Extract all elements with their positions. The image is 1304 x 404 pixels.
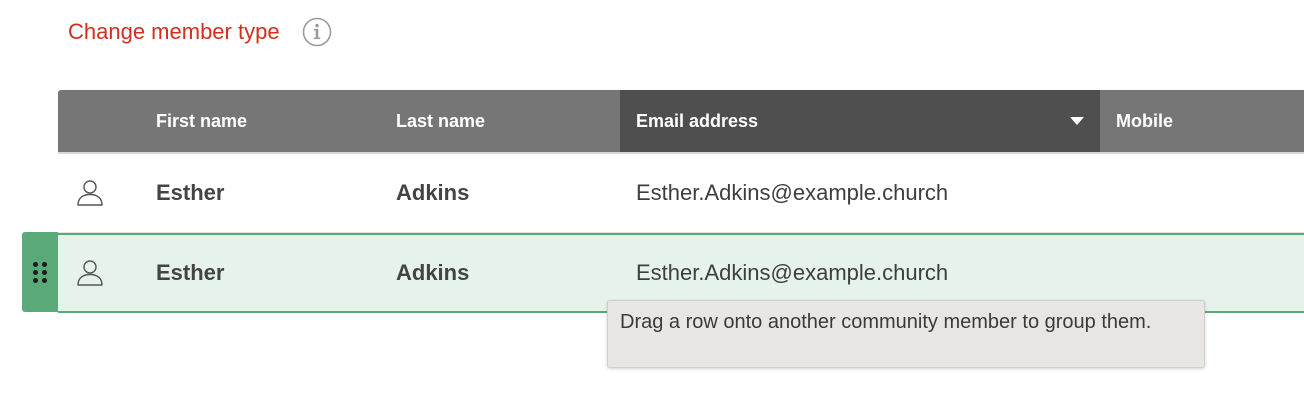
column-header-last-name[interactable]: Last name [396,90,620,152]
column-header-label: Mobile [1116,110,1173,131]
last-name-cell: Adkins [396,180,470,205]
column-header-first-name[interactable]: First name [156,90,396,152]
drag-tooltip: Drag a row onto another community member… [607,300,1205,368]
page-title[interactable]: Change member type [68,19,280,45]
column-header-label: Email address [636,110,759,131]
person-icon [74,154,106,232]
drag-handle-icon [33,261,47,283]
first-name-cell: Esther [156,260,225,285]
drag-handle[interactable] [22,232,58,312]
person-icon [74,235,106,311]
column-header-mobile[interactable]: Mobile [1100,90,1304,152]
sort-descending-icon[interactable] [1070,117,1084,125]
last-name-cell: Adkins [396,260,470,285]
info-circle-icon [302,17,331,47]
column-header-email[interactable]: Email address [620,90,1100,152]
page: Change member type First name Last name … [0,0,1304,404]
info-icon[interactable] [302,17,332,47]
table-header: First name Last name Email address Mobil… [58,90,1304,154]
title-row: Change member type [68,14,332,50]
column-header-label: Last name [396,110,486,131]
column-header-label: First name [156,110,248,131]
members-table: First name Last name Email address Mobil… [58,90,1304,313]
first-name-cell: Esther [156,180,225,205]
email-cell: Esther.Adkins@example.church [636,180,949,205]
table-row[interactable]: Esther Adkins Esther.Adkins@example.chur… [58,154,1304,233]
